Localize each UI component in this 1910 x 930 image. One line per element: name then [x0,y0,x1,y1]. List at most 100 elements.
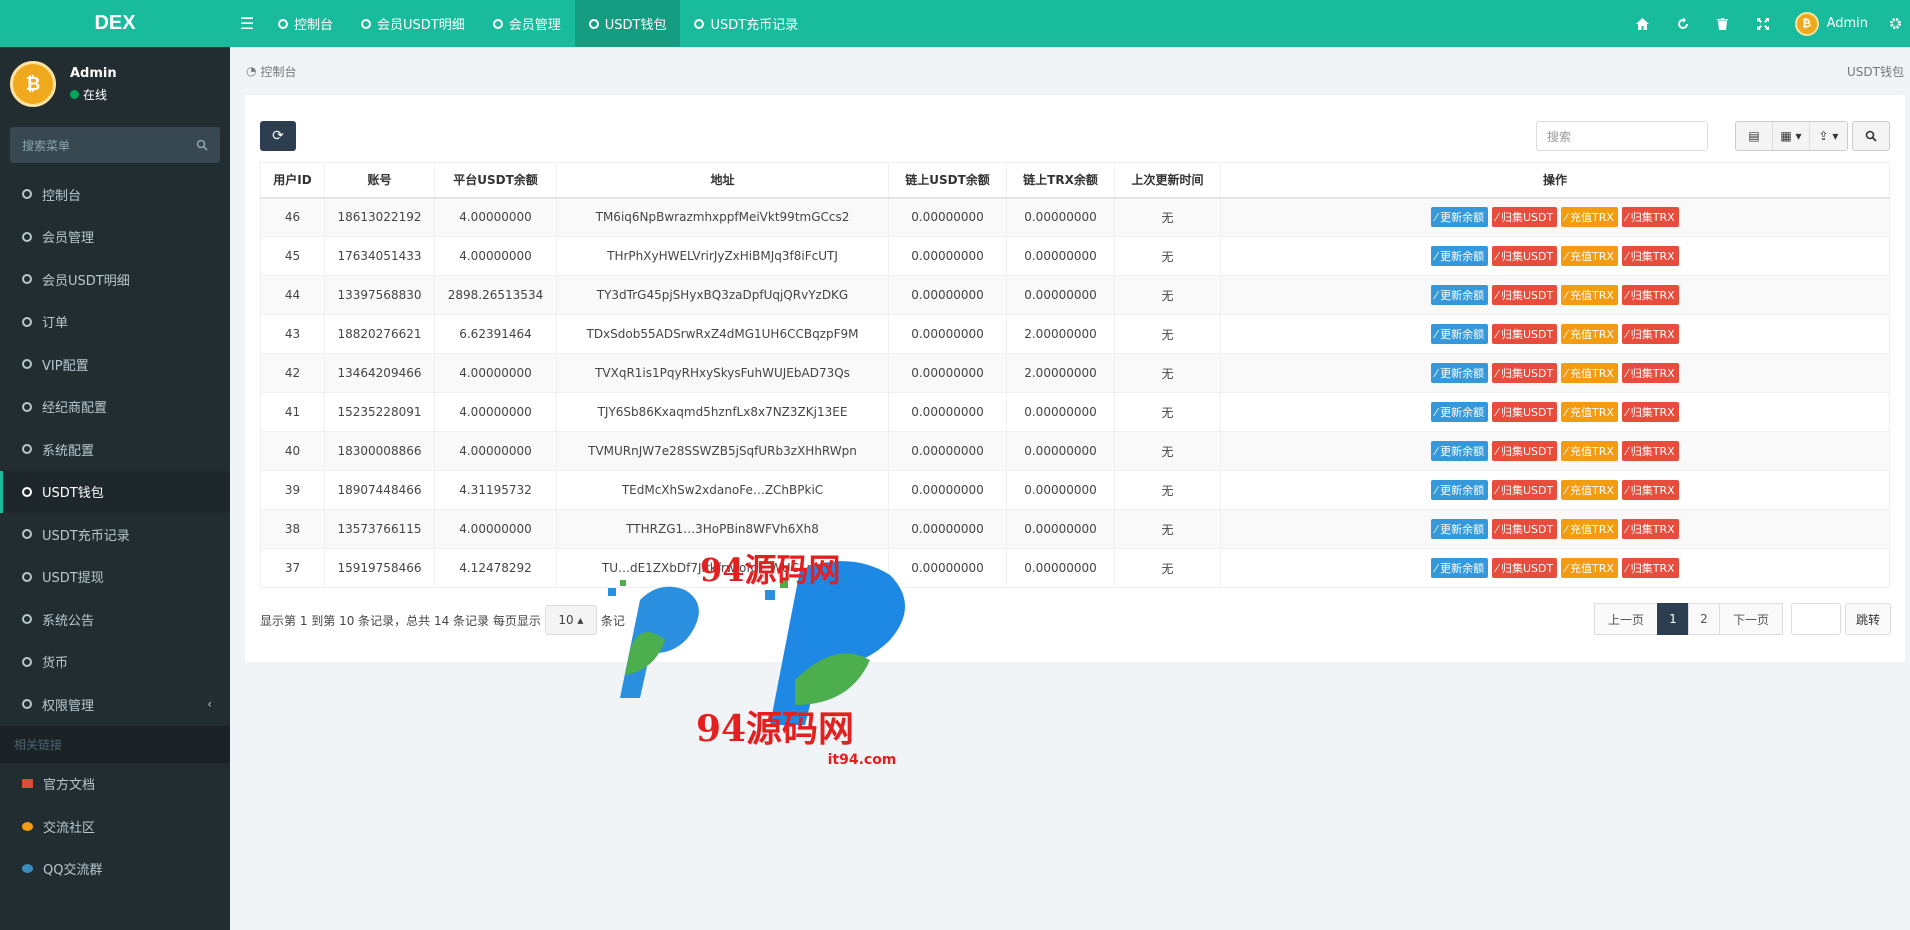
collect-usdt-button[interactable]: ⁄ 归集USDT [1492,207,1558,228]
search-button[interactable] [1852,121,1890,151]
collect-trx-button[interactable]: ⁄ 归集TRX [1621,402,1679,422]
collect-trx-button[interactable]: ⁄ 归集TRX [1621,285,1679,305]
collect-usdt-button[interactable]: ⁄ 归集USDT [1492,402,1558,422]
trash-icon[interactable] [1703,0,1743,47]
fullscreen-icon[interactable] [1743,0,1783,47]
top-user-menu[interactable]: ₿ Admin [1783,11,1880,36]
recharge-trx-button[interactable]: ⁄ 充值TRX [1561,480,1618,500]
collect-trx-button[interactable]: ⁄ 归集TRX [1621,519,1679,539]
collect-trx-button[interactable]: ⁄ 归集TRX [1621,207,1679,228]
recharge-trx-button[interactable]: ⁄ 充值TRX [1561,285,1618,305]
tab-2[interactable]: 会员管理 [479,0,575,47]
collect-usdt-button[interactable]: ⁄ 归集USDT [1492,558,1558,578]
collect-usdt-button[interactable]: ⁄ 归集USDT [1492,519,1558,539]
sidebar-link-2[interactable]: QQ交流群 [0,848,230,891]
sidebar-link-0[interactable]: 官方文档 [0,763,230,806]
toggle-view-button[interactable]: ▤ [1736,122,1773,150]
recharge-trx-button[interactable]: ⁄ 充值TRX [1561,519,1618,539]
collect-trx-button[interactable]: ⁄ 归集TRX [1621,441,1679,461]
menu-search-input[interactable]: 搜索菜单 [10,127,220,163]
table-cell: 0.00000000 [1006,392,1115,432]
update-balance-button[interactable]: ⁄ 更新余额 [1431,246,1489,266]
update-balance-button[interactable]: ⁄ 更新余额 [1431,402,1489,422]
sidebar-item-7[interactable]: USDT钱包 [0,470,230,513]
collect-usdt-button[interactable]: ⁄ 归集USDT [1492,324,1558,344]
columns-button[interactable]: ▦ ▾ [1773,122,1810,150]
column-header[interactable]: 地址 [556,162,889,199]
home-icon[interactable] [1623,0,1663,47]
refresh-icon[interactable] [1663,0,1703,47]
column-header[interactable]: 平台USDT余额 [434,162,557,199]
column-header[interactable]: 操作 [1220,162,1890,199]
sidebar-item-3[interactable]: 订单 [0,301,230,344]
collect-usdt-button[interactable]: ⁄ 归集USDT [1492,441,1558,461]
magic-wand-icon: ⁄ [1625,444,1628,458]
refresh-button[interactable]: ⟳ [260,121,296,151]
app-logo[interactable]: DEX [0,0,230,47]
action-label: 归集TRX [1630,211,1675,225]
sidebar-item-2[interactable]: 会员USDT明细 [0,258,230,301]
page-jump-input[interactable] [1790,603,1841,635]
recharge-trx-button[interactable]: ⁄ 充值TRX [1561,402,1618,422]
collect-trx-button[interactable]: ⁄ 归集TRX [1621,363,1679,383]
magic-wand-icon: ⁄ [1565,522,1568,536]
recharge-trx-button[interactable]: ⁄ 充值TRX [1561,558,1618,578]
settings-icon[interactable] [1880,0,1910,47]
column-header[interactable]: 用户ID [260,162,325,199]
sidebar-item-6[interactable]: 系统配置 [0,428,230,471]
sidebar-item-11[interactable]: 货币 [0,641,230,684]
update-balance-button[interactable]: ⁄ 更新余额 [1431,285,1489,305]
sidebar-item-1[interactable]: 会员管理 [0,216,230,259]
collect-trx-button[interactable]: ⁄ 归集TRX [1621,558,1679,578]
update-balance-button[interactable]: ⁄ 更新余额 [1431,363,1489,383]
next-page-button[interactable]: 下一页 [1718,603,1783,635]
collect-trx-button[interactable]: ⁄ 归集TRX [1621,480,1679,500]
sidebar-item-9[interactable]: USDT提现 [0,556,230,599]
prev-page-button[interactable]: 上一页 [1593,603,1658,635]
sidebar-item-label: 控制台 [42,188,82,204]
recharge-trx-button[interactable]: ⁄ 充值TRX [1561,441,1618,461]
per-page-select[interactable]: 10 ▴ [544,605,597,635]
recharge-trx-button[interactable]: ⁄ 充值TRX [1561,207,1618,228]
magic-wand-icon: ⁄ [1435,288,1438,302]
page-button[interactable]: 2 [1687,603,1720,635]
export-button[interactable]: ⇪ ▾ [1810,122,1847,150]
collect-usdt-button[interactable]: ⁄ 归集USDT [1492,246,1558,266]
column-header[interactable]: 链上USDT余额 [888,162,1007,199]
column-header[interactable]: 上次更新时间 [1114,162,1221,199]
update-balance-button[interactable]: ⁄ 更新余额 [1431,480,1489,500]
tab-3[interactable]: USDT钱包 [574,0,681,47]
recharge-trx-button[interactable]: ⁄ 充值TRX [1561,246,1618,266]
column-header[interactable]: 链上TRX余额 [1006,162,1115,199]
update-balance-button[interactable]: ⁄ 更新余额 [1431,324,1489,344]
sidebar-item-5[interactable]: 经纪商配置 [0,386,230,429]
collect-usdt-button[interactable]: ⁄ 归集USDT [1492,363,1558,383]
sidebar-link-1[interactable]: 交流社区 [0,805,230,848]
sidebar-item-12[interactable]: 权限管理 ‹ [0,683,230,726]
sidebar-item-10[interactable]: 系统公告 [0,598,230,641]
recharge-trx-button[interactable]: ⁄ 充值TRX [1561,324,1618,344]
menu-toggle-icon[interactable]: ☰ [230,0,264,47]
column-header[interactable]: 账号 [324,162,435,199]
tab-1[interactable]: 会员USDT明细 [347,0,479,47]
sidebar-item-4[interactable]: VIP配置 [0,343,230,386]
page-button[interactable]: 1 [1656,603,1689,635]
collect-trx-button[interactable]: ⁄ 归集TRX [1621,246,1679,266]
update-balance-button[interactable]: ⁄ 更新余额 [1431,558,1489,578]
update-balance-button[interactable]: ⁄ 更新余额 [1431,207,1489,228]
table-cell: TY3dTrG45pjSHyxBQ3zaDpfUqjQRvYzDKG [556,275,889,315]
update-balance-button[interactable]: ⁄ 更新余额 [1431,519,1489,539]
breadcrumb-home[interactable]: ◔ 控制台 [246,63,297,80]
recharge-trx-button[interactable]: ⁄ 充值TRX [1561,363,1618,383]
sidebar-item-0[interactable]: 控制台 [0,173,230,216]
tab-0[interactable]: 控制台 [264,0,347,47]
table-search-input[interactable]: 搜索 [1536,121,1708,151]
update-balance-button[interactable]: ⁄ 更新余额 [1431,441,1489,461]
sidebar-item-8[interactable]: USDT充币记录 [0,513,230,556]
collect-trx-button[interactable]: ⁄ 归集TRX [1621,324,1679,344]
jump-button[interactable]: 跳转 [1844,603,1891,635]
tab-4[interactable]: USDT充币记录 [680,0,812,47]
collect-usdt-button[interactable]: ⁄ 归集USDT [1492,285,1558,305]
collect-usdt-button[interactable]: ⁄ 归集USDT [1492,480,1558,500]
table-cell: 45 [260,236,325,276]
